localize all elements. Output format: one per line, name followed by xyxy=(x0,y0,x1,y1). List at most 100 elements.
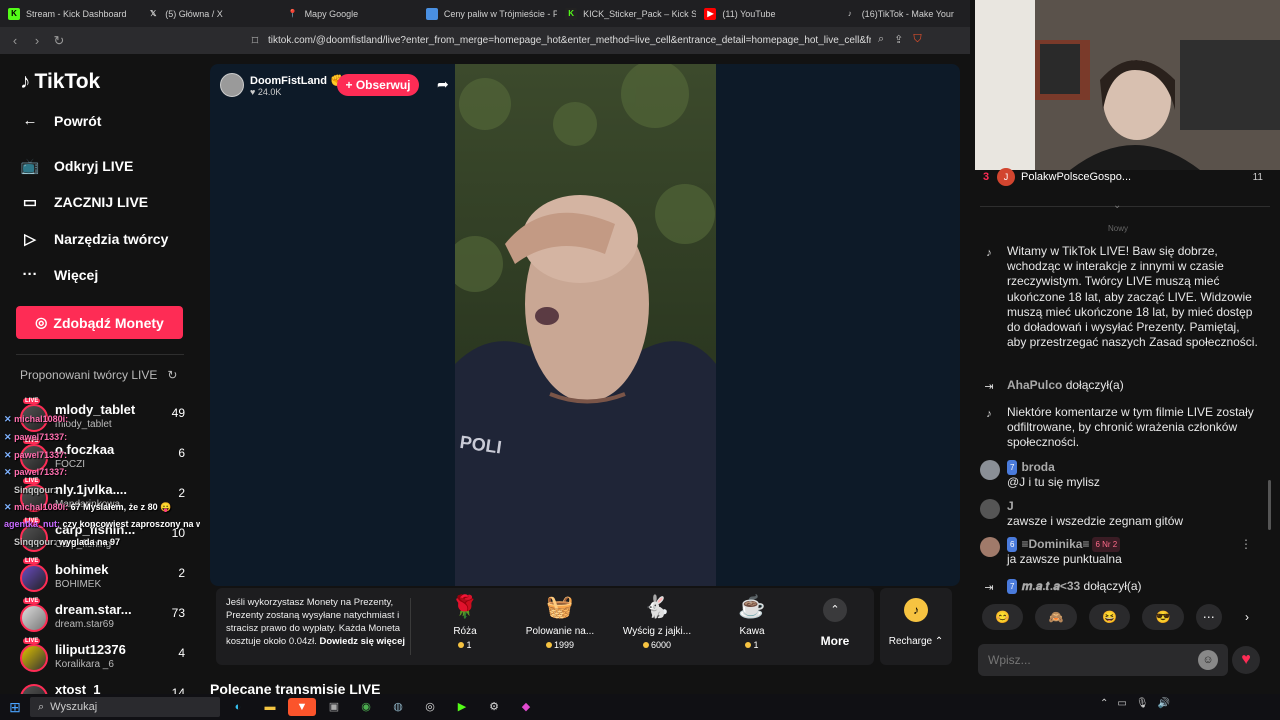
webcam-overlay xyxy=(975,0,1280,170)
chat-input[interactable] xyxy=(978,644,1188,676)
network-icon[interactable]: ▭ xyxy=(1117,698,1126,709)
microphone-icon[interactable]: 🎙 xyxy=(1136,698,1149,709)
live-video[interactable]: POLI xyxy=(455,64,716,586)
system-welcome-message: ♪ Witamy w TikTok LIVE! Baw się dobrze, … xyxy=(980,244,1262,368)
settings-gear-icon[interactable]: ⚙ xyxy=(480,698,508,716)
host-avatar[interactable] xyxy=(220,73,244,97)
creator-item[interactable]: LIVE bohimek BOHIMEK 2 xyxy=(20,558,185,598)
smile-emoji-icon[interactable]: 😊 xyxy=(982,604,1024,630)
tab-kick-dashboard[interactable]: K Stream - Kick Dashboard xyxy=(0,0,139,27)
back-icon[interactable]: ‹ xyxy=(4,33,26,48)
tab-youtube[interactable]: ▶ (11) YouTube xyxy=(696,0,835,27)
speaker-icon[interactable]: 🔊 xyxy=(1158,698,1170,709)
video-frame: POLI xyxy=(455,64,716,586)
quick-reactions: 😊 🙈 😆 😎 ⋯ xyxy=(982,604,1222,630)
host-info[interactable]: DoomFistLand ✊ ♥ 24.0K xyxy=(220,72,344,98)
avatar[interactable] xyxy=(980,537,1000,557)
tiktok-coin-icon: ♪ xyxy=(904,598,928,622)
more-gifts-button[interactable]: ⌃ More xyxy=(810,598,860,648)
live-badge: LIVE xyxy=(23,478,41,484)
tab-x[interactable]: 𝕏 (5) Główna / X xyxy=(139,0,278,27)
forward-icon[interactable]: › xyxy=(26,33,48,48)
sword-icon: ✕ xyxy=(4,450,12,460)
nav-more[interactable]: ··· Więcej xyxy=(20,266,99,283)
chat-message[interactable]: 6 ≡Dominika≡ 6 Nr 2 ja zawsze punktualna ⋮ xyxy=(980,537,1262,569)
tab-fuel-prices[interactable]: Ceny paliw w Trójmieście - Pom xyxy=(418,0,557,27)
tiktok-icon: ♪ xyxy=(20,70,31,93)
chat-message[interactable]: Jzawsze i wszedzie zegnam gitów xyxy=(980,499,1262,531)
gift-item[interactable]: 🌹 Róża 1 xyxy=(420,594,510,650)
avatar xyxy=(20,644,48,672)
reload-icon[interactable]: ↻ xyxy=(48,33,70,49)
chrome-icon[interactable]: ◉ xyxy=(352,698,380,716)
laugh-emoji-icon[interactable]: 😆 xyxy=(1088,604,1131,630)
obs-icon[interactable]: ◎ xyxy=(416,698,444,716)
zoom-icon[interactable]: ⌕ xyxy=(878,33,884,46)
gift-divider xyxy=(410,598,411,655)
monkeys-emoji-icon[interactable]: 🙈 xyxy=(1035,604,1077,630)
chevron-down-icon[interactable]: ⌄ xyxy=(1113,200,1121,211)
bunny-icon: 🐇 xyxy=(643,594,671,619)
follow-button[interactable]: + Obserwuj xyxy=(337,74,419,96)
play-icon[interactable]: ▶ xyxy=(448,698,476,716)
brave-shield-icon[interactable]: ⛉ xyxy=(913,33,921,46)
windows-start-icon[interactable]: ⊞ xyxy=(0,699,30,716)
nav-creator-tools[interactable]: ▷ Narzędzia twórcy xyxy=(20,230,168,248)
avatar[interactable] xyxy=(980,460,1000,480)
tab-kick-shop[interactable]: KKICK_Sticker_Pack – Kick Shop xyxy=(557,0,696,27)
tab-tiktok[interactable]: ♪ (16)TikTok - Make Your xyxy=(836,0,975,27)
level-badge: 6 xyxy=(1007,537,1018,553)
get-coins-button[interactable]: ◎ Zdobądź Monety xyxy=(16,306,183,339)
chat-input-box[interactable]: ☺ xyxy=(978,644,1228,676)
cool-emoji-icon[interactable]: 😎 xyxy=(1142,604,1184,630)
tool-icon[interactable]: ◆ xyxy=(512,698,540,716)
ellipsis-icon: ··· xyxy=(22,266,38,283)
chat-message[interactable]: 7 broda @J i tu się mylisz xyxy=(980,460,1262,492)
gift-item[interactable]: 🐇 Wyścig z jajki... 6000 xyxy=(612,594,702,650)
creator-item[interactable]: LIVE dream.star... dream.star69 73 xyxy=(20,598,185,638)
windows-taskbar: ⊞ ⌕ Wyszukaj ◐ ▬ ▼ ▣ ◉ ◍ ◎ ▶ ⚙ ◆ ⌃ ▭ 🎙 🔊 xyxy=(0,694,1280,720)
creator-item[interactable]: LIVE liliput12376 Koralikara _6 4 xyxy=(20,638,185,678)
nav-discover-live[interactable]: 📺 Odkryj LIVE xyxy=(20,157,134,175)
arrow-left-icon: ← xyxy=(22,112,38,129)
nav-start-live[interactable]: ▭ ZACZNIJ LIVE xyxy=(20,193,148,211)
new-messages-label: Nowy xyxy=(1108,224,1129,233)
join-message: ⇥ AhaPulco dołączył(a) xyxy=(980,378,1262,396)
tiktok-logo[interactable]: ♪ TikTok xyxy=(20,70,100,94)
gift-item[interactable]: ☕ Kawa 1 xyxy=(707,594,797,650)
avatar[interactable] xyxy=(980,499,1000,519)
edge-icon[interactable]: ◐ xyxy=(224,698,252,716)
refresh-icon[interactable]: ↻ xyxy=(167,368,177,382)
more-options-icon[interactable]: ⋮ xyxy=(1240,537,1252,552)
creator-item[interactable]: xtost_1 14 xyxy=(20,682,185,694)
recharge-button[interactable]: ♪ Recharge ⌃ xyxy=(880,588,952,665)
folder-icon[interactable]: ▬ xyxy=(256,698,284,716)
level-badge: 7 xyxy=(1007,460,1018,476)
avatar xyxy=(20,684,48,694)
address-bar-row: ‹ › ↻ ⌑ tiktok.com/@doomfistland/live?en… xyxy=(0,27,975,54)
chevron-right-icon[interactable]: › xyxy=(1245,610,1249,624)
chat-scrollbar[interactable] xyxy=(1268,480,1271,530)
steam-icon[interactable]: ◍ xyxy=(384,698,412,716)
share-icon[interactable]: ⇪ xyxy=(894,33,903,46)
chevron-up-icon[interactable]: ⌃ xyxy=(1100,698,1108,709)
taskbar-search[interactable]: ⌕ Wyszukaj xyxy=(30,697,220,717)
sword-icon: ✕ xyxy=(4,502,12,512)
more-emoji-icon[interactable]: ⋯ xyxy=(1195,604,1222,630)
share-arrow-icon[interactable]: ➦ xyxy=(437,76,449,93)
sidebar-divider xyxy=(16,354,184,355)
gift-item[interactable]: 🧺 Polowanie na... 1999 xyxy=(515,594,605,650)
tab-google-maps[interactable]: 📍 Mapy Google xyxy=(279,0,418,27)
top-viewer-row[interactable]: 3 J PolakwPolsceGospo... 11 xyxy=(983,168,1263,186)
coin-icon xyxy=(458,642,465,648)
browser-tab-bar: K Stream - Kick Dashboard 𝕏 (5) Główna / X… xyxy=(0,0,975,27)
like-heart-button[interactable]: ♥ xyxy=(1232,646,1260,674)
fan-badge: 6 Nr 2 xyxy=(1092,537,1121,553)
app-icon[interactable]: ▣ xyxy=(320,698,348,716)
learn-more-link[interactable]: Dowiedz się więcej xyxy=(319,636,405,647)
emoji-picker-icon[interactable]: ☺ xyxy=(1198,650,1218,670)
brave-icon[interactable]: ▼ xyxy=(288,698,316,716)
live-badge: LIVE xyxy=(23,638,41,644)
url-input[interactable]: tiktok.com/@doomfistland/live?enter_from… xyxy=(246,31,871,50)
back-link[interactable]: ← Powrót xyxy=(20,112,102,129)
